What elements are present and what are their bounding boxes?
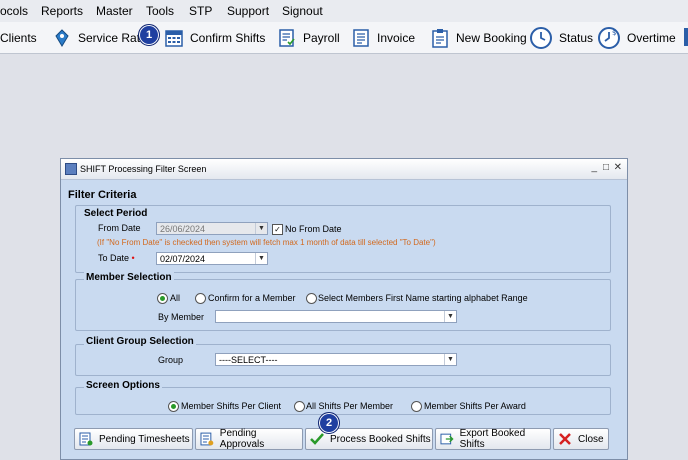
confirm-shifts-button[interactable]: Confirm Shifts <box>164 22 265 53</box>
radio-member-per-client[interactable] <box>168 401 179 412</box>
maximize-button[interactable]: □ <box>603 162 609 173</box>
minimize-button[interactable]: _ <box>591 162 597 173</box>
group-label: Group <box>158 355 184 365</box>
checkmark-icon <box>310 433 324 445</box>
group-dropdown-icon: ▼ <box>444 354 456 365</box>
menu-protocols[interactable]: ocols <box>0 4 28 18</box>
by-member-label: By Member <box>158 312 205 322</box>
export-booked-shifts-button[interactable]: Export Booked Shifts <box>435 428 551 450</box>
group-select[interactable]: ----SELECT---- ▼ <box>215 353 457 366</box>
no-from-date-label: No From Date <box>285 224 342 234</box>
from-date-label: From Date <box>98 223 141 233</box>
step-badge-2: 2 <box>318 412 340 434</box>
menu-bar: ocols Reports Master Tools STP Support S… <box>0 0 688 23</box>
export-booked-shifts-label: Export Booked Shifts <box>459 428 526 450</box>
pending-approvals-label: Pending Approvals <box>219 428 265 450</box>
to-date-dropdown-icon: ▼ <box>255 253 267 264</box>
from-date-dropdown-icon: ▼ <box>255 223 267 234</box>
step-badge-1: 1 <box>138 24 160 46</box>
close-label: Close <box>578 433 604 445</box>
member-selection-group <box>75 279 611 331</box>
pending-approvals-button[interactable]: Pending Approvals <box>195 428 303 450</box>
svg-text:$: $ <box>612 29 616 37</box>
service-rate-label: Service Rate <box>78 30 147 45</box>
radio-confirm-member-label: Confirm for a Member <box>208 293 296 303</box>
radio-alpha-range-label: Select Members First Name starting alpha… <box>318 293 528 303</box>
client-group-heading: Client Group Selection <box>84 336 196 347</box>
menu-master[interactable]: Master <box>96 4 133 18</box>
pending-timesheets-button[interactable]: Pending Timesheets <box>74 428 193 450</box>
to-date-value: 02/07/2024 <box>160 254 206 264</box>
close-window-button[interactable]: ✕ <box>614 162 622 173</box>
from-date-value: 26/06/2024 <box>160 224 206 234</box>
payroll-button[interactable]: Payroll <box>277 22 340 53</box>
filter-criteria-heading: Filter Criteria <box>68 189 137 201</box>
dialog-title: SHIFT Processing Filter Screen <box>80 164 207 174</box>
overtime-button[interactable]: $ Overtime <box>597 22 676 53</box>
service-rate-icon <box>55 28 69 47</box>
radio-confirm-member[interactable] <box>195 293 206 304</box>
shift-processing-dialog: SHIFT Processing Filter Screen _ □ ✕ Fil… <box>60 158 628 460</box>
new-booking-button[interactable]: New Booking <box>430 22 527 53</box>
new-booking-label: New Booking <box>456 30 527 45</box>
radio-member-per-award-label: Member Shifts Per Award <box>424 401 526 411</box>
close-icon <box>559 433 571 445</box>
clock-icon <box>530 26 552 49</box>
select-period-heading: Select Period <box>84 208 148 219</box>
invoice-icon <box>353 28 369 47</box>
radio-all[interactable] <box>157 293 168 304</box>
timesheet-icon <box>79 432 93 446</box>
service-rate-button[interactable]: Service Rate <box>52 22 147 53</box>
status-label: Status <box>559 30 594 45</box>
no-from-date-note: (If "No From Date" is checked then syste… <box>97 238 436 247</box>
dialog-titlebar: SHIFT Processing Filter Screen _ □ ✕ <box>61 159 627 180</box>
export-icon <box>440 433 454 445</box>
group-value: ----SELECT---- <box>219 355 278 365</box>
by-member-select[interactable]: ▼ <box>215 310 457 323</box>
menu-tools[interactable]: Tools <box>146 4 174 18</box>
no-from-date-checkbox[interactable]: ✓ <box>272 224 283 235</box>
pending-timesheets-label: Pending Timesheets <box>99 433 190 445</box>
menu-stp[interactable]: STP <box>189 4 212 18</box>
clients-label: Clients <box>0 30 37 45</box>
radio-all-label: All <box>170 293 181 303</box>
invoice-label: Invoice <box>377 30 416 45</box>
calendar-icon <box>165 29 183 47</box>
status-button[interactable]: Status <box>529 22 593 53</box>
to-date-label-text: To Date <box>98 253 130 263</box>
radio-all-shifts-per-member-label: All Shifts Per Member <box>306 401 394 411</box>
payroll-label: Payroll <box>303 30 340 45</box>
member-selection-heading: Member Selection <box>84 272 174 283</box>
invoice-button[interactable]: Invoice <box>351 22 415 53</box>
overtime-clock-icon: $ <box>598 26 620 49</box>
approvals-icon <box>200 432 214 446</box>
to-date-picker[interactable]: 02/07/2024 ▼ <box>156 252 268 265</box>
toolbar-overflow-icon <box>684 28 688 46</box>
required-mark: • <box>131 253 135 263</box>
radio-member-per-award[interactable] <box>411 401 422 412</box>
menu-reports[interactable]: Reports <box>41 4 83 18</box>
payroll-icon <box>279 28 295 47</box>
overtime-label: Overtime <box>627 30 676 45</box>
screen-options-heading: Screen Options <box>84 380 162 391</box>
app-icon <box>65 163 77 175</box>
menu-support[interactable]: Support <box>227 4 269 18</box>
by-member-dropdown-icon: ▼ <box>444 311 456 322</box>
toolbar: Clients Service Rate Confirm Shifts Payr… <box>0 22 688 54</box>
clipboard-icon <box>432 28 448 48</box>
to-date-label: To Date • <box>98 253 135 263</box>
from-date-picker[interactable]: 26/06/2024 ▼ <box>156 222 268 235</box>
radio-all-shifts-per-member[interactable] <box>294 401 305 412</box>
process-booked-shifts-label: Process Booked Shifts <box>330 433 431 445</box>
menu-signout[interactable]: Signout <box>282 4 323 18</box>
close-button[interactable]: Close <box>553 428 609 450</box>
clients-button[interactable]: Clients <box>0 22 37 53</box>
radio-member-per-client-label: Member Shifts Per Client <box>181 401 282 411</box>
radio-alpha-range[interactable] <box>306 293 317 304</box>
confirm-shifts-label: Confirm Shifts <box>190 30 266 45</box>
